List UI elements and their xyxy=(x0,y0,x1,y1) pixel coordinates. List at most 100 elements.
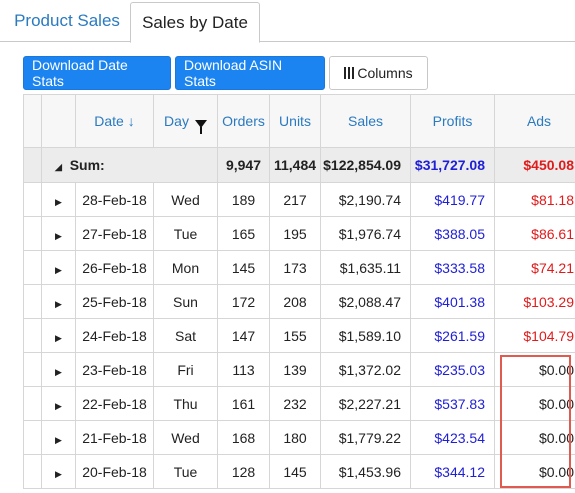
units-cell: 180 xyxy=(269,420,321,455)
day-cell: Fri xyxy=(153,352,218,387)
expand-row-icon[interactable]: ▶ xyxy=(41,250,76,285)
row-spacer xyxy=(23,386,42,421)
sales-cell: $1,589.10 xyxy=(320,318,411,353)
expand-row-icon[interactable]: ▶ xyxy=(41,386,76,421)
column-header-sales[interactable]: Sales xyxy=(320,94,411,148)
sum-units: 11,484 xyxy=(269,147,321,183)
expand-row-icon[interactable]: ▶ xyxy=(41,454,76,489)
profits-cell: $419.77 xyxy=(410,182,495,217)
toolbar: Download Date Stats Download ASIN Stats … xyxy=(23,56,428,90)
orders-cell: 113 xyxy=(217,352,270,387)
row-spacer xyxy=(23,454,42,489)
sum-ads: $450.08 xyxy=(494,147,575,183)
day-cell: Tue xyxy=(153,454,218,489)
date-cell: 24-Feb-18 xyxy=(75,318,154,353)
sales-cell: $1,976.74 xyxy=(320,216,411,251)
sales-cell: $1,372.02 xyxy=(320,352,411,387)
date-cell: 26-Feb-18 xyxy=(75,250,154,285)
profits-cell: $333.58 xyxy=(410,250,495,285)
columns-label: Columns xyxy=(357,65,413,81)
column-header-ads[interactable]: Ads xyxy=(494,94,575,148)
ads-cell: $0.00 xyxy=(494,386,575,421)
orders-cell: 168 xyxy=(217,420,270,455)
expand-row-icon[interactable]: ▶ xyxy=(41,420,76,455)
profits-cell: $344.12 xyxy=(410,454,495,489)
table-row[interactable]: ▶ 22-Feb-18 Thu 161 232 $2,227.21 $537.83 $0.00 xyxy=(23,386,575,421)
download-date-stats-button[interactable]: Download Date Stats xyxy=(23,56,171,90)
column-header-day[interactable]: Day xyxy=(153,94,218,148)
orders-cell: 145 xyxy=(217,250,270,285)
sales-cell: $2,190.74 xyxy=(320,182,411,217)
profits-cell: $401.38 xyxy=(410,284,495,319)
ads-cell: $104.79 xyxy=(494,318,575,353)
table-row[interactable]: ▶ 20-Feb-18 Tue 128 145 $1,453.96 $344.12 $0.00 xyxy=(23,454,575,489)
units-cell: 139 xyxy=(269,352,321,387)
tab-bar: Product Sales Sales by Date xyxy=(0,0,575,43)
orders-cell: 147 xyxy=(217,318,270,353)
sales-cell: $2,088.47 xyxy=(320,284,411,319)
day-cell: Tue xyxy=(153,216,218,251)
day-cell: Wed xyxy=(153,182,218,217)
filter-icon[interactable] xyxy=(194,120,207,135)
sum-orders: 9,947 xyxy=(217,147,270,183)
day-cell: Thu xyxy=(153,386,218,421)
profits-cell: $261.59 xyxy=(410,318,495,353)
date-cell: 23-Feb-18 xyxy=(75,352,154,387)
collapse-triangle-icon[interactable]: ◢ xyxy=(55,162,62,172)
row-spacer xyxy=(23,216,42,251)
table-row[interactable]: ▶ 28-Feb-18 Wed 189 217 $2,190.74 $419.77 $81.1… xyxy=(23,182,575,217)
units-cell: 195 xyxy=(269,216,321,251)
sales-by-date-table: Date ↓ Day Orders Units Sales Profits Ad… xyxy=(23,94,575,489)
column-header-day-label: Day xyxy=(164,113,189,129)
sales-cell: $2,227.21 xyxy=(320,386,411,421)
row-spacer xyxy=(23,182,42,217)
table-row[interactable]: ▶ 23-Feb-18 Fri 113 139 $1,372.02 $235.03 $0.00 xyxy=(23,352,575,387)
expand-row-icon[interactable]: ▶ xyxy=(41,182,76,217)
tab-product-sales[interactable]: Product Sales xyxy=(4,0,130,42)
row-spacer xyxy=(23,318,42,353)
date-cell: 27-Feb-18 xyxy=(75,216,154,251)
columns-button[interactable]: Columns xyxy=(329,56,428,90)
header-spacer xyxy=(23,94,42,148)
expand-row-icon[interactable]: ▶ xyxy=(41,352,76,387)
date-cell: 20-Feb-18 xyxy=(75,454,154,489)
sum-sales: $122,854.09 xyxy=(320,147,411,183)
orders-cell: 161 xyxy=(217,386,270,421)
tab-sales-by-date[interactable]: Sales by Date xyxy=(130,2,260,43)
sales-cell: $1,779.22 xyxy=(320,420,411,455)
download-asin-stats-button[interactable]: Download ASIN Stats xyxy=(175,56,325,90)
expand-row-icon[interactable]: ▶ xyxy=(41,284,76,319)
date-cell: 28-Feb-18 xyxy=(75,182,154,217)
units-cell: 217 xyxy=(269,182,321,217)
column-header-profits[interactable]: Profits xyxy=(410,94,495,148)
units-cell: 208 xyxy=(269,284,321,319)
table-row[interactable]: ▶ 24-Feb-18 Sat 147 155 $1,589.10 $261.59 $104.… xyxy=(23,318,575,353)
date-cell: 21-Feb-18 xyxy=(75,420,154,455)
ads-cell: $81.18 xyxy=(494,182,575,217)
sum-spacer xyxy=(23,147,42,183)
ads-cell: $0.00 xyxy=(494,454,575,489)
ads-cell: $0.00 xyxy=(494,420,575,455)
column-header-units[interactable]: Units xyxy=(269,94,321,148)
profits-cell: $235.03 xyxy=(410,352,495,387)
sum-label: Sum: xyxy=(69,157,105,173)
day-cell: Wed xyxy=(153,420,218,455)
table-row[interactable]: ▶ 25-Feb-18 Sun 172 208 $2,088.47 $401.38 $103.… xyxy=(23,284,575,319)
orders-cell: 172 xyxy=(217,284,270,319)
header-row: Date ↓ Day Orders Units Sales Profits Ad… xyxy=(23,94,575,148)
ads-cell: $74.21 xyxy=(494,250,575,285)
table-row[interactable]: ▶ 26-Feb-18 Mon 145 173 $1,635.11 $333.58 $74.2… xyxy=(23,250,575,285)
expand-row-icon[interactable]: ▶ xyxy=(41,216,76,251)
column-header-date[interactable]: Date ↓ xyxy=(75,94,154,148)
expand-row-icon[interactable]: ▶ xyxy=(41,318,76,353)
date-cell: 25-Feb-18 xyxy=(75,284,154,319)
table-row[interactable]: ▶ 27-Feb-18 Tue 165 195 $1,976.74 $388.05 $86.6… xyxy=(23,216,575,251)
orders-cell: 165 xyxy=(217,216,270,251)
row-spacer xyxy=(23,250,42,285)
units-cell: 145 xyxy=(269,454,321,489)
orders-cell: 128 xyxy=(217,454,270,489)
sum-label-cell: ◢ Sum: xyxy=(41,147,218,183)
table-row[interactable]: ▶ 21-Feb-18 Wed 168 180 $1,779.22 $423.54 $0.00 xyxy=(23,420,575,455)
day-cell: Sun xyxy=(153,284,218,319)
column-header-orders[interactable]: Orders xyxy=(217,94,270,148)
